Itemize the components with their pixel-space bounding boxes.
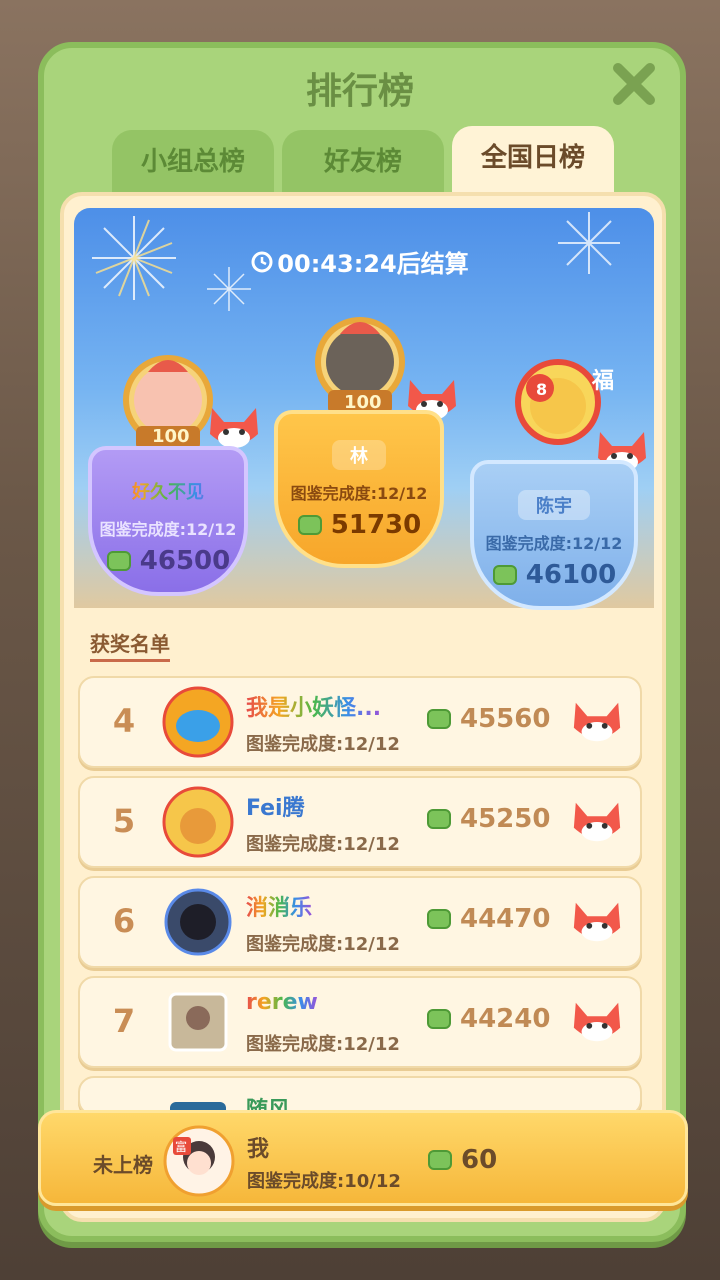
gem-icon: [427, 809, 451, 829]
player-completion: 图鉴完成度:12/12: [246, 1034, 400, 1055]
clock-icon: [251, 251, 273, 272]
fox-icon: [573, 802, 621, 842]
rank-number: 5: [112, 802, 136, 840]
fox-icon: [573, 902, 621, 942]
fox-icon: [573, 1002, 621, 1042]
close-button[interactable]: [612, 62, 656, 106]
player-score: 44470: [460, 904, 551, 934]
tab-friends[interactable]: 好友榜: [282, 130, 444, 194]
my-score: 60: [461, 1145, 498, 1175]
podium-third[interactable]: 陈宇 图鉴完成度:12/12 46100: [470, 460, 638, 610]
avatar: [162, 686, 234, 758]
player-completion: 图鉴完成度:12/12: [246, 734, 400, 755]
gem-icon: [106, 551, 131, 571]
avatar: [164, 888, 232, 956]
close-icon: [613, 63, 655, 105]
badge-text: 100: [152, 426, 190, 447]
fox-icon: [573, 702, 621, 742]
gem-icon: [428, 1150, 452, 1170]
my-rank-text: 未上榜: [93, 1153, 153, 1177]
rank-number: 7: [112, 1002, 136, 1040]
award-list-label: 获奖名单: [90, 628, 170, 662]
podium-second[interactable]: 好久不见 图鉴完成度:12/12 46500: [88, 446, 248, 596]
fox-icon: [210, 408, 258, 448]
my-name: 我: [247, 1137, 270, 1162]
player-score: 44240: [460, 1004, 551, 1034]
table-row[interactable]: 4 我是小妖怪... 图鉴完成度:12/12 45560: [78, 676, 642, 768]
badge-text: 8: [536, 380, 548, 399]
player-name: 消消乐: [246, 890, 312, 922]
table-row[interactable]: 7 rerew 图鉴完成度:12/12 44240: [78, 976, 642, 1068]
table-row[interactable]: 6 消消乐 图鉴完成度:12/12 44470: [78, 876, 642, 968]
podium-name: 林: [332, 440, 386, 470]
podium-name: 好久不见: [114, 476, 222, 506]
player-name: Fei腾: [246, 796, 305, 821]
player-name: rerew: [246, 990, 318, 1015]
gem-icon: [427, 1009, 451, 1029]
player-score: 45560: [460, 704, 551, 734]
gem-icon: [427, 909, 451, 929]
podium-score: 46100: [525, 560, 617, 590]
timer-text: 00:43:24后结算: [277, 250, 469, 278]
avatar-badge-text: 富: [175, 1139, 187, 1154]
gem-icon: [492, 565, 517, 585]
podium-name: 陈宇: [518, 490, 590, 520]
my-completion: 图鉴完成度:10/12: [247, 1171, 401, 1192]
gem-icon: [297, 515, 322, 535]
player-completion: 图鉴完成度:12/12: [246, 934, 400, 955]
countdown-timer: 00:43:24后结算: [0, 244, 720, 279]
avatar: 富: [163, 1125, 235, 1197]
my-rank-bar[interactable]: 未上榜 富 我 图鉴完成度:10/12 60: [38, 1110, 688, 1206]
player-name: 我是小妖怪...: [246, 690, 381, 722]
podium-completion: 图鉴完成度:12/12: [290, 484, 428, 503]
podium-completion: 图鉴完成度:12/12: [485, 534, 623, 553]
tab-group-total[interactable]: 小组总榜: [112, 130, 274, 194]
rank-number: 4: [112, 702, 136, 740]
avatar: [168, 992, 228, 1052]
svg-text:福: 福: [591, 369, 614, 394]
player-completion: 图鉴完成度:12/12: [246, 834, 400, 855]
gem-icon: [427, 709, 451, 729]
avatar: [162, 786, 234, 858]
table-row[interactable]: 5 Fei腾 图鉴完成度:12/12 45250: [78, 776, 642, 868]
podium-score: 51730: [330, 510, 422, 540]
rank-number: 6: [112, 902, 136, 940]
tab-national-daily[interactable]: 全国日榜: [452, 126, 614, 198]
podium-score: 46500: [139, 546, 231, 576]
avatar-frame-first[interactable]: 100: [300, 310, 420, 424]
podium-first[interactable]: 林 图鉴完成度:12/12 51730: [274, 410, 444, 568]
podium-completion: 图鉴完成度:12/12: [99, 520, 237, 539]
player-score: 45250: [460, 804, 551, 834]
